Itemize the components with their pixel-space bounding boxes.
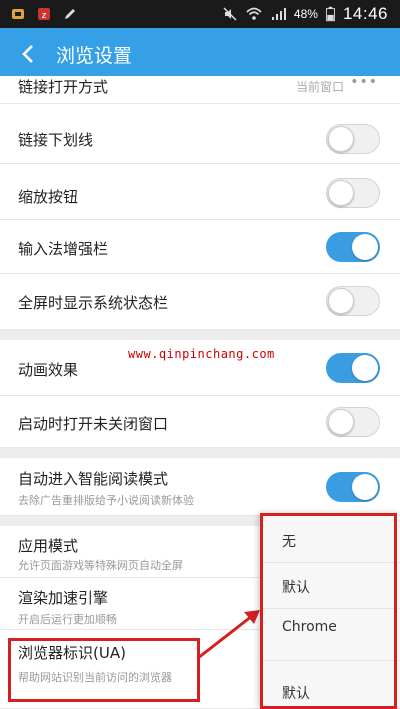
setting-description: 去除广告重排版给予小说阅读新体验 — [18, 494, 194, 507]
setting-fullscreen-statusbar[interactable]: 全屏时显示系统状态栏 — [0, 274, 400, 330]
animation-toggle[interactable] — [326, 353, 380, 383]
app-header: 浏览设置 — [0, 28, 400, 80]
pen-notification-icon — [65, 9, 75, 19]
setting-label: 链接下划线 — [18, 131, 94, 149]
smart-reading-toggle[interactable] — [326, 472, 380, 502]
setting-label: 动画效果 — [18, 361, 79, 379]
annotation-dropdown-highlight — [260, 513, 397, 709]
signal-icon — [271, 8, 286, 20]
setting-label: 渲染加速引擎 — [18, 589, 109, 607]
media-notification-icon — [12, 9, 24, 19]
setting-zoom-buttons[interactable]: 缩放按钮 — [0, 164, 400, 220]
battery-icon — [325, 6, 335, 22]
clock: 14:46 — [342, 4, 388, 23]
setting-description: 允许页面游戏等特殊网页自动全屏 — [18, 559, 183, 572]
setting-label: 启动时打开未关闭窗口 — [18, 415, 169, 433]
svg-text:z: z — [42, 11, 47, 21]
more-icon: ••• — [350, 74, 378, 90]
setting-label: 输入法增强栏 — [18, 240, 109, 258]
setting-label: 全屏时显示系统状态栏 — [18, 294, 169, 312]
setting-smart-reading[interactable]: 自动进入智能阅读模式 去除广告重排版给予小说阅读新体验 — [0, 458, 400, 516]
battery-level: 48% — [293, 7, 318, 21]
section-divider — [0, 330, 400, 340]
wifi-icon — [246, 7, 262, 20]
setting-description: 开启后运行更加顺畅 — [18, 613, 117, 626]
status-bar: z 48% 14:46 — [0, 0, 400, 28]
mute-icon — [223, 7, 237, 21]
setting-label: 自动进入智能阅读模式 — [18, 470, 169, 488]
setting-restore-windows[interactable]: 启动时打开未关闭窗口 — [0, 396, 400, 448]
setting-label: 链接打开方式 — [18, 78, 109, 96]
zoom-buttons-toggle[interactable] — [326, 178, 380, 208]
link-underline-toggle[interactable] — [326, 124, 380, 154]
app-notification-icon: z — [38, 8, 50, 21]
setting-current-value: 当前窗口 — [295, 80, 344, 94]
back-button[interactable] — [0, 28, 56, 80]
setting-link-underline[interactable]: 链接下划线 — [0, 104, 400, 164]
watermark-url: www.qinpinchang.com — [128, 347, 275, 361]
chevron-left-icon — [22, 45, 33, 63]
setting-label: 应用模式 — [18, 537, 79, 555]
page-title: 浏览设置 — [56, 44, 133, 67]
ime-enhance-bar-toggle[interactable] — [326, 232, 380, 262]
setting-ime-enhance-bar[interactable]: 输入法增强栏 — [0, 220, 400, 274]
section-divider — [0, 448, 400, 458]
setting-label: 缩放按钮 — [18, 188, 79, 206]
annotation-ua-row-highlight — [8, 638, 200, 702]
restore-windows-toggle[interactable] — [326, 407, 380, 437]
setting-link-open-mode[interactable]: 链接打开方式 当前窗口 ••• — [0, 74, 400, 104]
fullscreen-statusbar-toggle[interactable] — [326, 286, 380, 316]
